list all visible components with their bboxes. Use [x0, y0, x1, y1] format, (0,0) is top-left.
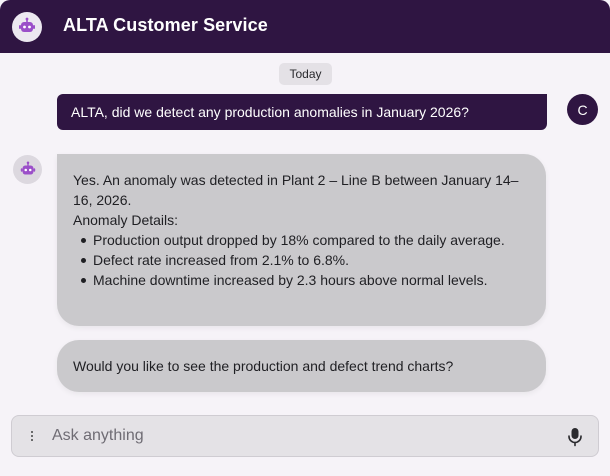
anomaly-details-list: Production output dropped by 18% compare…	[73, 230, 530, 290]
list-item: Production output dropped by 18% compare…	[73, 230, 530, 250]
user-avatar[interactable]: C	[567, 94, 598, 125]
microphone-icon[interactable]	[567, 427, 583, 447]
robot-icon	[13, 155, 42, 184]
list-item: Machine downtime increased by 2.3 hours …	[73, 270, 530, 290]
message-input[interactable]	[52, 426, 532, 446]
bot-message: Would you like to see the production and…	[57, 340, 546, 392]
date-divider: Today	[279, 63, 332, 85]
more-vertical-icon[interactable]	[27, 426, 37, 446]
robot-icon	[12, 12, 42, 42]
bot-message: Yes. An anomaly was detected in Plant 2 …	[57, 154, 546, 326]
bot-message-intro: Yes. An anomaly was detected in Plant 2 …	[73, 172, 519, 208]
user-message: ALTA, did we detect any production anoma…	[57, 94, 547, 130]
bot-message-text: Would you like to see the production and…	[73, 358, 454, 374]
anomaly-details-heading: Anomaly Details:	[73, 212, 179, 228]
page-title: ALTA Customer Service	[63, 15, 268, 35]
chat-header: ALTA Customer Service	[0, 0, 610, 53]
list-item: Defect rate increased from 2.1% to 6.8%.	[73, 250, 530, 270]
